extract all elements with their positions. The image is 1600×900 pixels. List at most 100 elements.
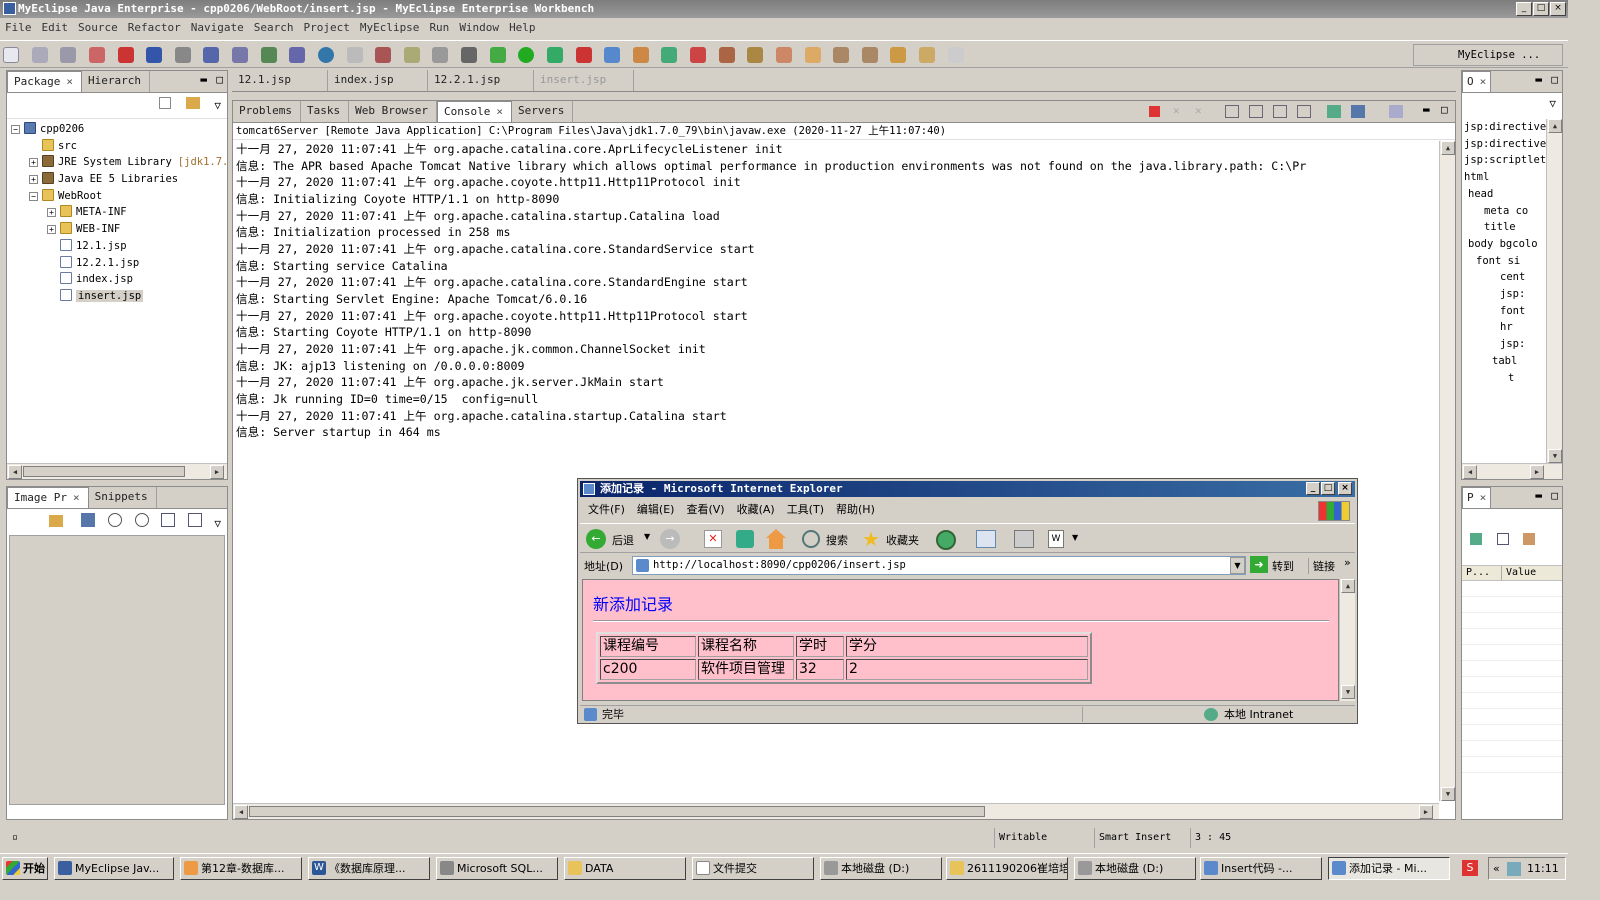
maximize-button[interactable]: □ — [1533, 2, 1549, 16]
advanced-icon[interactable] — [1523, 533, 1536, 545]
scroll-down-icon[interactable]: ▼ — [1548, 449, 1562, 463]
tree-item[interactable]: + META-INF — [11, 204, 227, 221]
clock[interactable]: 11:11 — [1527, 858, 1559, 879]
column-value[interactable]: Value — [1502, 566, 1536, 580]
ie-menu-view[interactable]: 查看(V) — [686, 501, 724, 519]
open-console-icon[interactable] — [1389, 105, 1403, 118]
favorites-button[interactable]: 收藏夹 — [886, 532, 919, 548]
tree-item[interactable]: − WebRoot — [11, 188, 227, 205]
tree-item[interactable]: 12.2.1.jsp — [11, 255, 227, 272]
expand-icon[interactable]: + — [47, 208, 56, 218]
ie-vscrollbar[interactable]: ▲ ▼ — [1339, 579, 1355, 701]
minimize-view-icon[interactable]: ▬ — [200, 73, 207, 86]
settings-icon[interactable] — [432, 47, 449, 63]
address-dropdown-icon[interactable]: ▼ — [1230, 557, 1245, 574]
collapse-all-icon[interactable] — [159, 97, 172, 109]
outline-hscrollbar[interactable]: ◀ ▶ — [1462, 463, 1562, 479]
scroll-thumb[interactable] — [23, 466, 185, 477]
scroll-left-icon[interactable]: ◀ — [1463, 465, 1477, 479]
new-icon[interactable] — [3, 47, 19, 63]
task-chapter12[interactable]: 第12章-数据库... — [180, 857, 302, 880]
categories-icon[interactable] — [1496, 533, 1509, 545]
close-icon[interactable]: × — [1480, 491, 1487, 504]
history-icon[interactable] — [346, 47, 363, 63]
task-local-disk-1[interactable]: 本地磁盘 (D:) — [820, 857, 942, 880]
outline-item[interactable]: meta co — [1464, 203, 1548, 220]
tree-item[interactable]: src — [11, 138, 227, 155]
ie-maximize-button[interactable]: □ — [1321, 482, 1335, 495]
task-data-folder[interactable]: DATA — [564, 857, 686, 880]
outline-item[interactable]: jsp:scriptlet — [1464, 152, 1548, 169]
minimize-button[interactable]: _ — [1516, 2, 1532, 16]
task-local-disk-2[interactable]: 本地磁盘 (D:) — [1074, 857, 1196, 880]
outline-item[interactable]: jsp: — [1464, 286, 1548, 303]
close-button[interactable]: × — [1550, 2, 1566, 16]
debug-icon[interactable] — [489, 47, 506, 63]
task-icon[interactable] — [718, 47, 735, 63]
clear-console-icon[interactable] — [1225, 105, 1239, 118]
tab-properties[interactable]: P × — [1462, 487, 1492, 508]
close-icon[interactable]: × — [66, 75, 73, 88]
annotation-icon[interactable] — [747, 47, 764, 63]
tab-hierarchy[interactable]: Hierarch — [82, 71, 150, 92]
search-icon[interactable] — [232, 47, 248, 63]
task-file-submit[interactable]: 文件提交 — [692, 857, 814, 880]
menu-search[interactable]: Search — [249, 18, 299, 38]
perspective-switcher[interactable]: MyEclipse ... — [1413, 44, 1563, 66]
tree-item[interactable]: 12.1.jsp — [11, 238, 227, 255]
outline-item[interactable]: font — [1464, 303, 1548, 320]
task-sql-server[interactable]: Microsoft SQL... — [436, 857, 558, 880]
forward-icon[interactable] — [947, 47, 964, 63]
favorites-icon[interactable]: ★ — [862, 527, 880, 551]
menu-source[interactable]: Source — [73, 18, 123, 38]
outline-item[interactable]: jsp: — [1464, 336, 1548, 353]
edit-word-icon[interactable]: W — [1048, 530, 1064, 548]
stop-icon[interactable]: ✕ — [704, 530, 722, 548]
media-icon[interactable] — [936, 530, 956, 550]
outline-item[interactable]: font si — [1464, 253, 1548, 270]
close-icon[interactable]: × — [73, 491, 80, 504]
scroll-right-icon[interactable]: ▶ — [1530, 465, 1544, 479]
link-editor-icon[interactable] — [185, 97, 200, 109]
deploy-icon[interactable] — [117, 47, 134, 63]
print-icon[interactable] — [1014, 530, 1034, 548]
ie-close-button[interactable]: × — [1338, 482, 1352, 495]
ie-menu-help[interactable]: 帮助(H) — [836, 501, 875, 519]
camera-icon[interactable] — [461, 47, 477, 63]
menu-file[interactable]: File — [0, 18, 37, 38]
tab-12-2-1-jsp[interactable]: 12.2.1.jsp — [428, 70, 534, 91]
run-icon[interactable] — [518, 47, 535, 63]
next-annotation-icon[interactable] — [833, 47, 850, 63]
edit-dropdown-icon[interactable]: ▼ — [1072, 533, 1078, 542]
ie-menu-file[interactable]: 文件(F) — [588, 501, 625, 519]
menu-navigate[interactable]: Navigate — [186, 18, 249, 38]
fit-window-icon[interactable] — [187, 513, 202, 527]
task-insert-code[interactable]: Insert代码 -... — [1200, 857, 1322, 880]
prev-annotation-icon[interactable] — [861, 47, 878, 63]
outline-item[interactable]: t — [1464, 370, 1548, 387]
tab-12-1-jsp[interactable]: 12.1.jsp — [232, 70, 328, 91]
search-icon[interactable] — [802, 530, 820, 548]
maximize-view-icon[interactable]: □ — [1551, 73, 1558, 86]
menu-refactor[interactable]: Refactor — [123, 18, 186, 38]
pencil-icon[interactable] — [775, 47, 792, 63]
ie-menu-edit[interactable]: 编辑(E) — [637, 501, 675, 519]
show-on-output-icon[interactable] — [1273, 105, 1287, 118]
view-menu-icon[interactable]: ▽ — [214, 99, 221, 112]
link-icon[interactable] — [48, 515, 63, 527]
pin-console-icon[interactable] — [1327, 105, 1341, 118]
outline-vscrollbar[interactable]: ▲ ▼ — [1546, 119, 1562, 463]
task-student-folder[interactable]: 2611190206崔培培 — [946, 857, 1068, 880]
back-nav-icon[interactable] — [919, 47, 935, 63]
new-class-icon[interactable] — [604, 47, 621, 63]
tab-web-browser[interactable]: Web Browser — [349, 101, 437, 122]
scroll-left-icon[interactable]: ◀ — [8, 465, 22, 479]
outline-item[interactable]: title — [1464, 219, 1548, 236]
save-icon[interactable] — [31, 47, 48, 63]
minimize-view-icon[interactable]: ▬ — [1535, 489, 1542, 502]
scroll-down-icon[interactable]: ▼ — [1441, 787, 1455, 801]
expand-icon[interactable]: + — [29, 158, 38, 168]
open-perspective-icon[interactable] — [690, 47, 706, 63]
show-on-error-icon[interactable] — [1297, 105, 1311, 118]
maximize-view-icon[interactable]: □ — [1441, 103, 1448, 116]
